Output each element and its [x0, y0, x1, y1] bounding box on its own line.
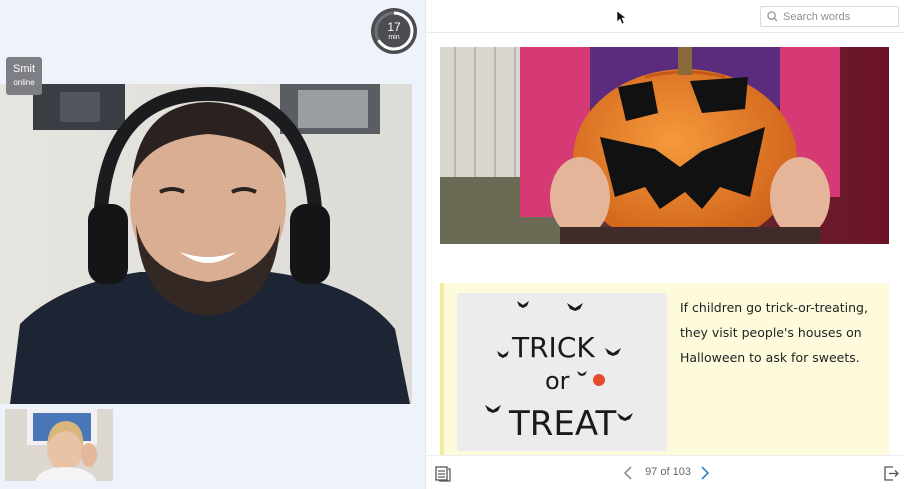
timer-unit: min — [388, 34, 400, 41]
timer-value: 17 — [387, 20, 401, 34]
vocabulary-card: TRICK or TREAT If children go trick-or-t… — [440, 283, 889, 455]
lesson-app: 17 min Smit online Search words TRICK or… — [0, 0, 904, 489]
search-box[interactable] — [760, 6, 899, 27]
exit-button[interactable] — [882, 464, 900, 482]
participant-status: online — [13, 78, 35, 87]
treat-word: TREAT — [508, 404, 616, 444]
previous-page-button[interactable] — [621, 465, 635, 481]
contents-button[interactable] — [434, 464, 452, 482]
self-video-feed — [5, 409, 113, 481]
video-pane: 17 min Smit online — [0, 0, 425, 489]
reader-footer: 97 of 103 — [426, 455, 904, 489]
or-word: or — [545, 367, 570, 395]
search-icon — [767, 11, 778, 22]
lesson-timer: 17 min — [371, 8, 417, 54]
participant-name: Smit — [13, 63, 35, 75]
trick-or-treat-image: TRICK or TREAT — [457, 293, 667, 451]
chevron-left-icon — [623, 466, 632, 480]
trick-word: TRICK — [511, 331, 595, 364]
pumpkin-photo — [440, 47, 889, 244]
participant-tag: Smit online — [6, 57, 42, 95]
lesson-image-pumpkin — [440, 47, 889, 244]
card-sentence: If children go trick-or-treating, they v… — [680, 300, 868, 365]
reader-header — [426, 0, 904, 33]
contents-icon — [435, 466, 451, 482]
next-page-button[interactable] — [698, 465, 712, 481]
chevron-right-icon — [701, 466, 710, 480]
page-indicator: 97 of 103 — [645, 466, 691, 478]
exit-icon — [884, 466, 899, 481]
remote-video-feed — [0, 84, 412, 404]
reader-pane: TRICK or TREAT If children go trick-or-t… — [425, 0, 904, 489]
self-video[interactable] — [5, 409, 113, 481]
mouse-cursor-icon — [617, 11, 626, 25]
remote-video[interactable] — [0, 84, 412, 404]
trick-or-treat-illustration: TRICK or TREAT — [457, 293, 667, 451]
search-input[interactable] — [783, 10, 891, 23]
